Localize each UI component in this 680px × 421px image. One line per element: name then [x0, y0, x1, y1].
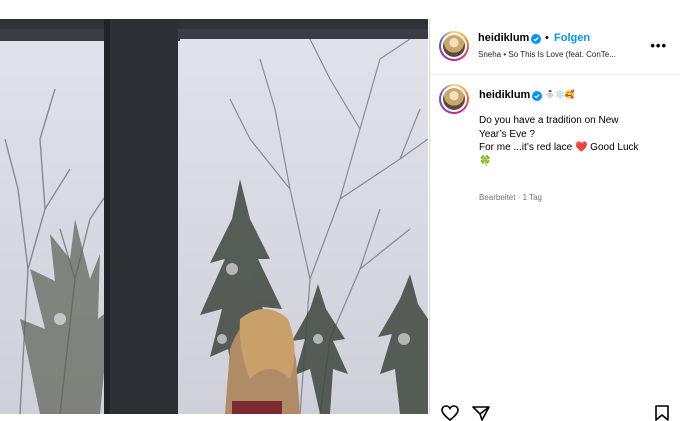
verified-badge-icon: [532, 91, 542, 101]
author-avatar[interactable]: [439, 31, 469, 61]
caption-avatar[interactable]: [439, 84, 469, 114]
caption-line: Do you have a tradition on New: [479, 115, 619, 126]
author-username[interactable]: heidiklum: [478, 32, 529, 44]
audio-separator: •: [503, 50, 507, 59]
audio-artist: Sneha: [478, 50, 502, 59]
caption-line: For me ...it’s red lace ❤️ Good Luck: [479, 142, 639, 153]
caption-emojis: ⛄❄️🥰: [545, 90, 575, 99]
post-media[interactable]: [0, 19, 428, 414]
verified-badge-icon: [531, 34, 541, 44]
caption-username[interactable]: heidiklum: [479, 89, 530, 101]
heart-icon[interactable]: [441, 405, 459, 421]
caption-text: Do you have a tradition on New Year’s Ev…: [479, 114, 669, 168]
audio-track[interactable]: Sneha • So This Is Love (feat. ConTe...: [478, 50, 616, 59]
action-bar: [430, 401, 680, 421]
follow-button[interactable]: Folgen: [554, 32, 590, 44]
bookmark-icon[interactable]: [655, 405, 669, 421]
share-icon[interactable]: [472, 405, 490, 421]
caption-line: Year’s Eve ?: [479, 128, 535, 140]
post-sidebar: heidiklum • Folgen Sneha • So This Is Lo…: [429, 19, 680, 421]
header-separator: •: [545, 32, 549, 44]
caption-line: 🍀: [479, 155, 492, 167]
post-meta: Bearbeitet · 1 Tag: [479, 193, 543, 202]
audio-title: So This Is Love (feat. ConTe...: [508, 50, 616, 59]
post-header: heidiklum • Folgen Sneha • So This Is Lo…: [430, 19, 680, 75]
more-options-icon[interactable]: •••: [650, 38, 667, 53]
post-photo: [0, 19, 428, 414]
